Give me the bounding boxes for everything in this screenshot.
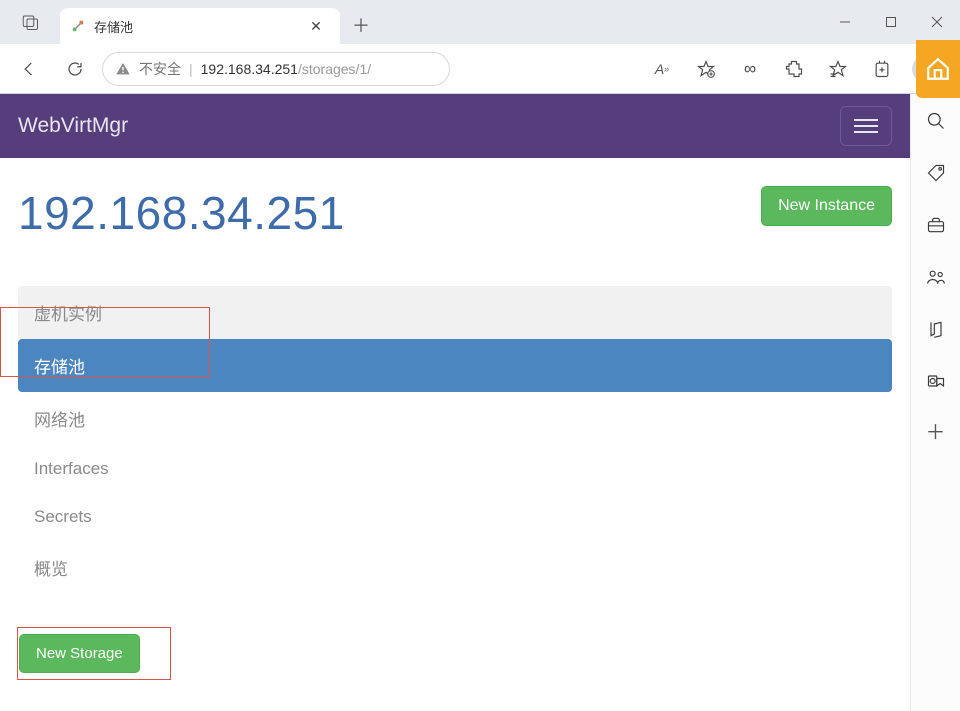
nav-item-overview[interactable]: 概览 (18, 541, 892, 594)
new-storage-button[interactable]: New Storage (19, 634, 140, 673)
read-aloud-icon[interactable]: A» (642, 51, 682, 87)
favorites-list-icon[interactable] (818, 51, 858, 87)
page-viewport[interactable]: WebVirtMgr 192.168.34.251 New Instance 虚… (0, 94, 910, 711)
new-instance-button[interactable]: New Instance (761, 186, 892, 226)
sidebar-people-icon[interactable] (925, 266, 947, 288)
nav-item-interfaces[interactable]: Interfaces (18, 445, 892, 493)
browser-tab[interactable]: 存储池 ✕ (60, 8, 340, 44)
nav-item-storage[interactable]: 存储池 (18, 339, 892, 392)
window-minimize-button[interactable] (822, 0, 868, 44)
app-brand[interactable]: WebVirtMgr (18, 114, 128, 138)
page-favicon (70, 18, 86, 34)
url-text: 192.168.34.251/storages/1/ (201, 61, 371, 77)
page-content: 192.168.34.251 New Instance 虚机实例 存储池 网络池… (0, 158, 910, 711)
add-favorite-icon[interactable] (686, 51, 726, 87)
browser-address-bar: 不安全 | 192.168.34.251/storages/1/ A» ∞ (0, 44, 960, 94)
window-maximize-button[interactable] (868, 0, 914, 44)
browser-titlebar: 存储池 ✕ ＋ (0, 0, 960, 44)
menu-toggle-button[interactable] (840, 106, 892, 146)
security-label: 不安全 (139, 59, 181, 79)
corner-badge[interactable] (916, 40, 960, 98)
nav-item-instances[interactable]: 虚机实例 (18, 286, 892, 339)
tab-actions-icon[interactable] (0, 0, 60, 44)
collections-icon[interactable] (862, 51, 902, 87)
not-secure-icon (115, 61, 131, 77)
app-navbar: WebVirtMgr (0, 94, 910, 158)
browser-sidebar: ＋ (910, 94, 960, 711)
copilot-icon[interactable]: ∞ (730, 51, 770, 87)
new-tab-button[interactable]: ＋ (344, 8, 378, 42)
host-ip-heading: 192.168.34.251 (18, 186, 345, 240)
sidebar-search-icon[interactable] (925, 110, 947, 132)
sidebar-office-icon[interactable] (925, 318, 947, 340)
address-field[interactable]: 不安全 | 192.168.34.251/storages/1/ (102, 52, 450, 86)
nav-refresh-button[interactable] (56, 51, 94, 87)
url-separator: | (189, 61, 193, 77)
sidebar-add-icon[interactable]: ＋ (925, 422, 947, 444)
extensions-icon[interactable] (774, 51, 814, 87)
window-close-button[interactable] (914, 0, 960, 44)
window-controls (822, 0, 960, 44)
nav-list: 虚机实例 存储池 网络池 Interfaces Secrets 概览 (18, 286, 892, 594)
sidebar-tag-icon[interactable] (925, 162, 947, 184)
nav-item-networks[interactable]: 网络池 (18, 392, 892, 445)
annotation-highlight-button: New Storage (18, 628, 170, 679)
sidebar-toolbox-icon[interactable] (925, 214, 947, 236)
nav-back-button[interactable] (10, 51, 48, 87)
tab-close-icon[interactable]: ✕ (304, 14, 328, 38)
nav-item-secrets[interactable]: Secrets (18, 493, 892, 541)
sidebar-outlook-icon[interactable] (925, 370, 947, 392)
tab-title: 存储池 (94, 17, 304, 36)
